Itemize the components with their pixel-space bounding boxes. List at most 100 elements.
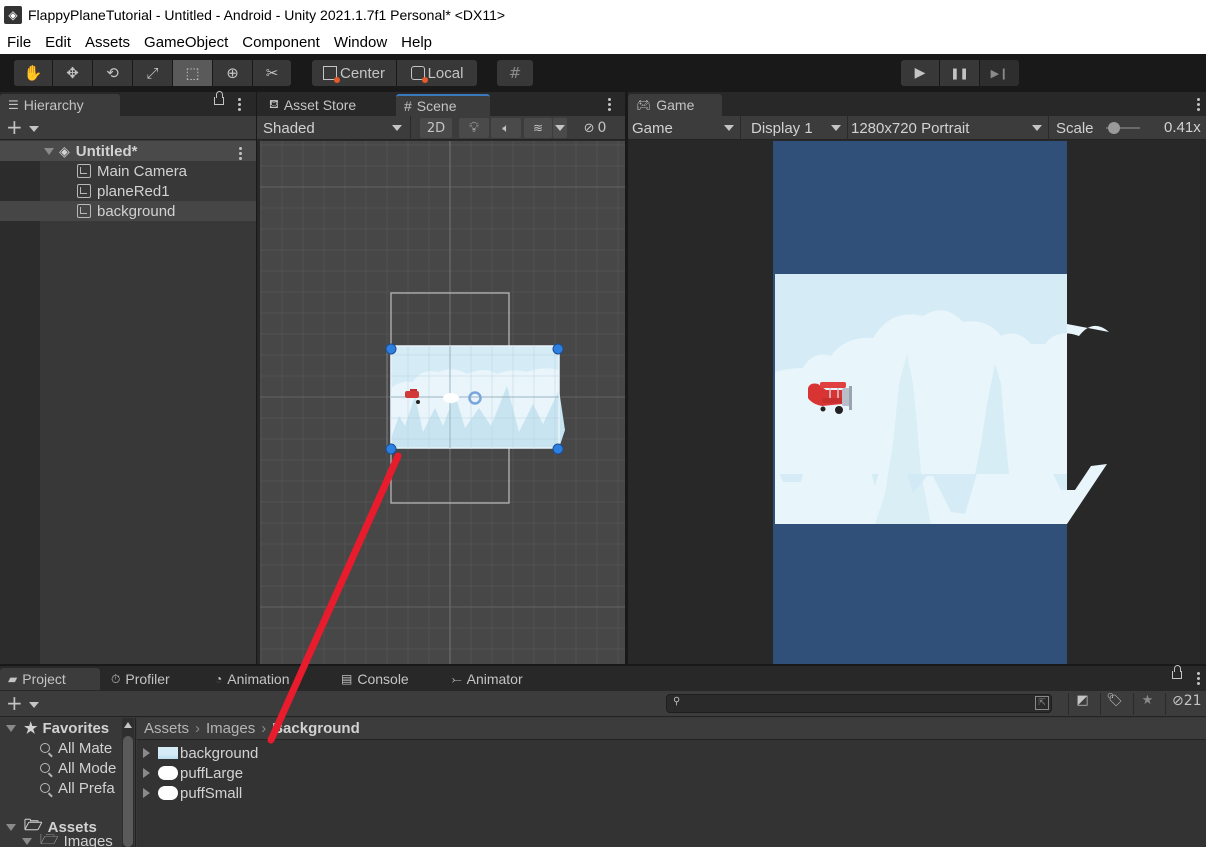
tab-game[interactable]: 🎮︎ Game xyxy=(628,94,722,116)
favorite-item[interactable]: All Mode xyxy=(40,758,116,778)
breadcrumb-assets[interactable]: Assets xyxy=(144,720,189,737)
tag-icon: 🏷︎ xyxy=(1106,693,1123,708)
asset-row[interactable]: puffSmall xyxy=(143,783,242,803)
menu-edit[interactable]: Edit xyxy=(38,34,78,51)
custom-tool-button[interactable]: ✂ xyxy=(253,60,291,86)
project-search-input[interactable]: ⚲ ⇱ xyxy=(666,694,1052,713)
plane-sprite xyxy=(405,391,419,398)
lighting-toggle[interactable]: 💡︎ xyxy=(459,118,489,138)
tab-animator[interactable]: ⤚ Animator xyxy=(444,668,554,690)
hierarchy-item-selected[interactable]: background xyxy=(0,201,256,221)
search-expand-icon[interactable]: ⇱ xyxy=(1035,696,1049,710)
move-tool-button[interactable]: ✥ xyxy=(53,60,92,86)
tab-asset-store[interactable]: ⛾ Asset Store xyxy=(261,94,395,116)
menu-window[interactable]: Window xyxy=(327,34,394,51)
display-value: Display 1 xyxy=(751,119,813,137)
tab-animation[interactable]: ◔ Animation xyxy=(207,668,327,690)
menu-gameobject[interactable]: GameObject xyxy=(137,34,235,51)
effects-dropdown[interactable] xyxy=(553,118,567,138)
asset-row[interactable]: puffLarge xyxy=(143,763,243,783)
scene-panel-menu-icon[interactable] xyxy=(605,96,613,113)
images-folder-row[interactable]: 🗁 Images xyxy=(22,834,113,847)
expand-arrow-icon[interactable] xyxy=(143,768,150,778)
2d-mode-toggle[interactable]: 2D xyxy=(420,118,452,138)
rect-tool-button[interactable]: ⬚ xyxy=(173,60,212,86)
scene-menu-icon[interactable] xyxy=(236,145,244,162)
window-title: FlappyPlaneTutorial - Untitled - Android… xyxy=(28,7,506,23)
tab-profiler[interactable]: ⏱ Profiler xyxy=(103,668,203,690)
expand-arrow-icon[interactable] xyxy=(143,788,150,798)
lock-icon[interactable] xyxy=(1172,665,1182,679)
create-asset-button[interactable]: + xyxy=(6,691,23,715)
hidden-packages-toggle[interactable]: ⊘21 xyxy=(1165,693,1206,715)
resolution-dropdown[interactable]: 1280x720 Portrait xyxy=(849,116,1049,140)
favorite-item-label: All Prefa xyxy=(58,779,115,797)
project-menu-icon[interactable] xyxy=(1194,670,1202,687)
create-dropdown-icon[interactable] xyxy=(29,702,39,708)
scene-viewport[interactable] xyxy=(260,141,625,664)
favorite-item[interactable]: All Mate xyxy=(40,738,112,758)
step-button[interactable]: ▶❙ xyxy=(980,60,1019,86)
scene-canvas[interactable] xyxy=(260,141,625,664)
scale-tool-button[interactable]: ⤢ xyxy=(133,60,172,86)
view-mode-dropdown[interactable]: Game xyxy=(628,116,741,140)
shading-mode-dropdown[interactable]: Shaded xyxy=(259,116,411,140)
effects-toggle[interactable]: ≋ xyxy=(524,118,552,138)
lock-icon[interactable] xyxy=(214,91,224,105)
expand-arrow-icon[interactable] xyxy=(44,147,54,155)
menu-component[interactable]: Component xyxy=(235,34,327,51)
tab-project[interactable]: ▰ Project xyxy=(0,668,100,690)
play-button[interactable]: ▶ xyxy=(901,60,939,86)
scroll-up-icon[interactable] xyxy=(124,722,132,728)
tab-scene[interactable]: # Scene xyxy=(396,94,490,116)
expand-arrow-icon[interactable] xyxy=(143,748,150,758)
search-icon: ⚲ xyxy=(673,696,681,707)
animator-icon: ⤚ xyxy=(452,671,462,686)
favorite-item[interactable]: All Prefa xyxy=(40,778,115,798)
tree-scrollbar-thumb[interactable] xyxy=(123,736,133,847)
asset-row[interactable]: background xyxy=(143,743,258,763)
menu-help[interactable]: Help xyxy=(394,34,439,51)
pivot-mode-button[interactable]: Center xyxy=(312,60,396,86)
game-tabbar: 🎮︎ Game xyxy=(628,92,1206,116)
favorites-row[interactable]: ★ Favorites xyxy=(6,718,109,738)
hierarchy-item[interactable]: planeRed1 xyxy=(0,181,256,201)
rect-handle xyxy=(552,443,564,455)
rotate-tool-button[interactable]: ⟲ xyxy=(93,60,132,86)
project-toolbar: + ⚲ ⇱ ◩ 🏷︎ ★ ⊘21 xyxy=(0,691,1206,717)
pause-button[interactable]: ❚❚ xyxy=(940,60,979,86)
tab-console[interactable]: ▤ Console xyxy=(333,668,433,690)
scale-slider-thumb[interactable] xyxy=(1107,122,1120,134)
hierarchy-menu-icon[interactable] xyxy=(235,96,243,113)
playback-controls: ▶ ❚❚ ▶❙ xyxy=(901,60,1020,86)
favorite-button[interactable]: ★ xyxy=(1133,693,1161,715)
hierarchy-item[interactable]: Main Camera xyxy=(0,161,256,181)
create-button[interactable]: + xyxy=(6,116,23,138)
tab-hierarchy[interactable]: ☰ Hierarchy xyxy=(0,94,120,116)
hidden-objects-toggle[interactable]: ⊘ 0 xyxy=(575,118,615,138)
expand-arrow-icon[interactable] xyxy=(22,837,32,845)
expand-arrow-icon[interactable] xyxy=(6,823,16,831)
expand-arrow-icon[interactable] xyxy=(6,724,16,732)
menu-assets[interactable]: Assets xyxy=(78,34,137,51)
hand-tool-button[interactable]: ✋ xyxy=(14,60,52,86)
game-panel-menu-icon[interactable] xyxy=(1194,96,1202,113)
menu-file[interactable]: File xyxy=(0,34,38,51)
audio-toggle[interactable]: 🔈︎ xyxy=(491,118,521,138)
filter-by-type-button[interactable]: ◩ xyxy=(1068,693,1096,715)
transform-tool-button[interactable]: ⊕ xyxy=(213,60,252,86)
gamepad-icon: 🎮︎ xyxy=(636,98,652,112)
filter-by-label-button[interactable]: 🏷︎ xyxy=(1100,693,1128,715)
breadcrumb-images[interactable]: Images xyxy=(206,720,255,737)
create-dropdown-icon[interactable] xyxy=(29,126,39,132)
breadcrumb-background[interactable]: Background xyxy=(272,720,360,737)
scene-row[interactable]: ◈ Untitled* xyxy=(0,141,256,161)
rect-handle xyxy=(385,443,397,455)
display-dropdown[interactable]: Display 1 xyxy=(743,116,848,140)
tree-scrollbar[interactable] xyxy=(122,718,134,847)
hierarchy-panel: ☰ Hierarchy + ⚲ All ⇱ ◈ Untitled* Main C… xyxy=(0,91,256,664)
game-viewport[interactable] xyxy=(628,141,1206,664)
chevron-down-icon xyxy=(555,125,565,131)
pivot-rotation-button[interactable]: Local xyxy=(397,60,477,86)
grid-snap-button[interactable]: # xyxy=(497,60,533,86)
